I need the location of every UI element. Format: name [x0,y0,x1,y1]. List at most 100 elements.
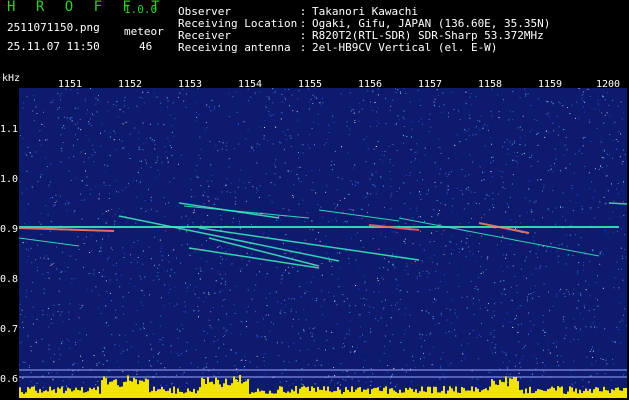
noise-dot [385,236,387,238]
noise-dot [402,142,404,144]
noise-dot [256,187,258,189]
noise-dot [405,93,407,94]
noise-dot [110,300,112,301]
noise-dot [614,277,616,279]
noise-dot [464,129,466,131]
noise-dot [287,170,289,172]
noise-dot [288,209,290,211]
noise-dot [283,96,285,98]
noise-dot [417,90,419,92]
noise-dot [433,104,435,106]
noise-dot [113,139,115,141]
noise-dot [392,253,394,255]
noise-dot [153,92,155,94]
noise-dot [517,238,519,240]
noise-dot [588,310,590,312]
noise-dot [481,322,482,324]
noise-dot [578,88,580,89]
noise-dot [346,370,348,372]
noise-dot [214,108,216,110]
noise-dot [43,288,45,290]
noise-dot [319,223,321,225]
noise-dot [82,238,84,240]
noise-dot [389,162,391,163]
level-bar [583,391,585,398]
noise-dot [426,193,428,195]
noise-dot [466,238,468,239]
noise-dot [184,311,186,313]
noise-dot [223,327,225,329]
noise-dot [19,364,20,366]
noise-dot [612,358,614,360]
noise-dot [155,373,157,375]
level-bar [255,391,257,398]
noise-dot [122,296,124,298]
noise-dot [80,129,82,131]
level-bar [585,388,587,398]
noise-dot [120,274,122,276]
noise-dot [452,198,454,200]
noise-dot [409,175,411,177]
noise-dot [296,265,298,267]
noise-dot [547,101,549,103]
noise-dot [332,115,334,117]
noise-dot [384,258,385,259]
noise-dot [234,191,236,193]
noise-dot [286,380,287,382]
noise-dot [311,220,313,222]
noise-dot [97,218,99,220]
noise-dot [468,246,469,248]
noise-dot [565,334,567,336]
level-bar [327,386,329,398]
level-bar [553,387,555,398]
noise-dot [40,176,41,178]
noise-dot [60,93,62,95]
noise-dot [394,386,396,388]
noise-dot [312,94,314,96]
noise-dot [556,361,558,363]
noise-dot [160,315,162,317]
noise-dot [420,337,422,339]
noise-dot [479,120,481,122]
noise-dot [464,357,466,359]
noise-dot [458,110,459,112]
noise-dot [608,104,610,106]
noise-dot [48,272,49,274]
noise-dot [390,377,392,379]
noise-dot [484,124,486,126]
noise-dot [537,179,538,181]
noise-dot [82,382,84,384]
noise-dot [352,109,354,111]
noise-dot [202,372,204,374]
noise-dot [555,346,557,348]
noise-dot [371,175,373,177]
noise-dot [83,150,85,151]
noise-dot [220,218,222,220]
noise-dot [613,200,615,202]
noise-dot [105,322,107,324]
level-bar [449,386,451,398]
noise-dot [153,356,154,358]
noise-dot [233,304,235,306]
noise-dot [114,223,115,225]
noise-dot [225,145,227,147]
noise-dot [182,328,184,330]
noise-dot [72,370,74,372]
noise-dot [77,127,79,129]
noise-dot [240,270,241,272]
noise-dot [174,305,175,307]
noise-dot [212,307,214,308]
noise-dot [50,323,52,325]
noise-dot [415,158,416,160]
noise-dot [576,194,578,195]
noise-dot [561,243,563,245]
noise-dot [570,341,572,343]
noise-dot [404,374,406,376]
noise-dot [236,111,238,113]
noise-dot [518,324,519,326]
noise-dot [440,359,442,360]
noise-dot [467,187,469,189]
noise-dot [236,368,238,370]
noise-dot [213,375,215,377]
noise-dot [329,382,331,384]
